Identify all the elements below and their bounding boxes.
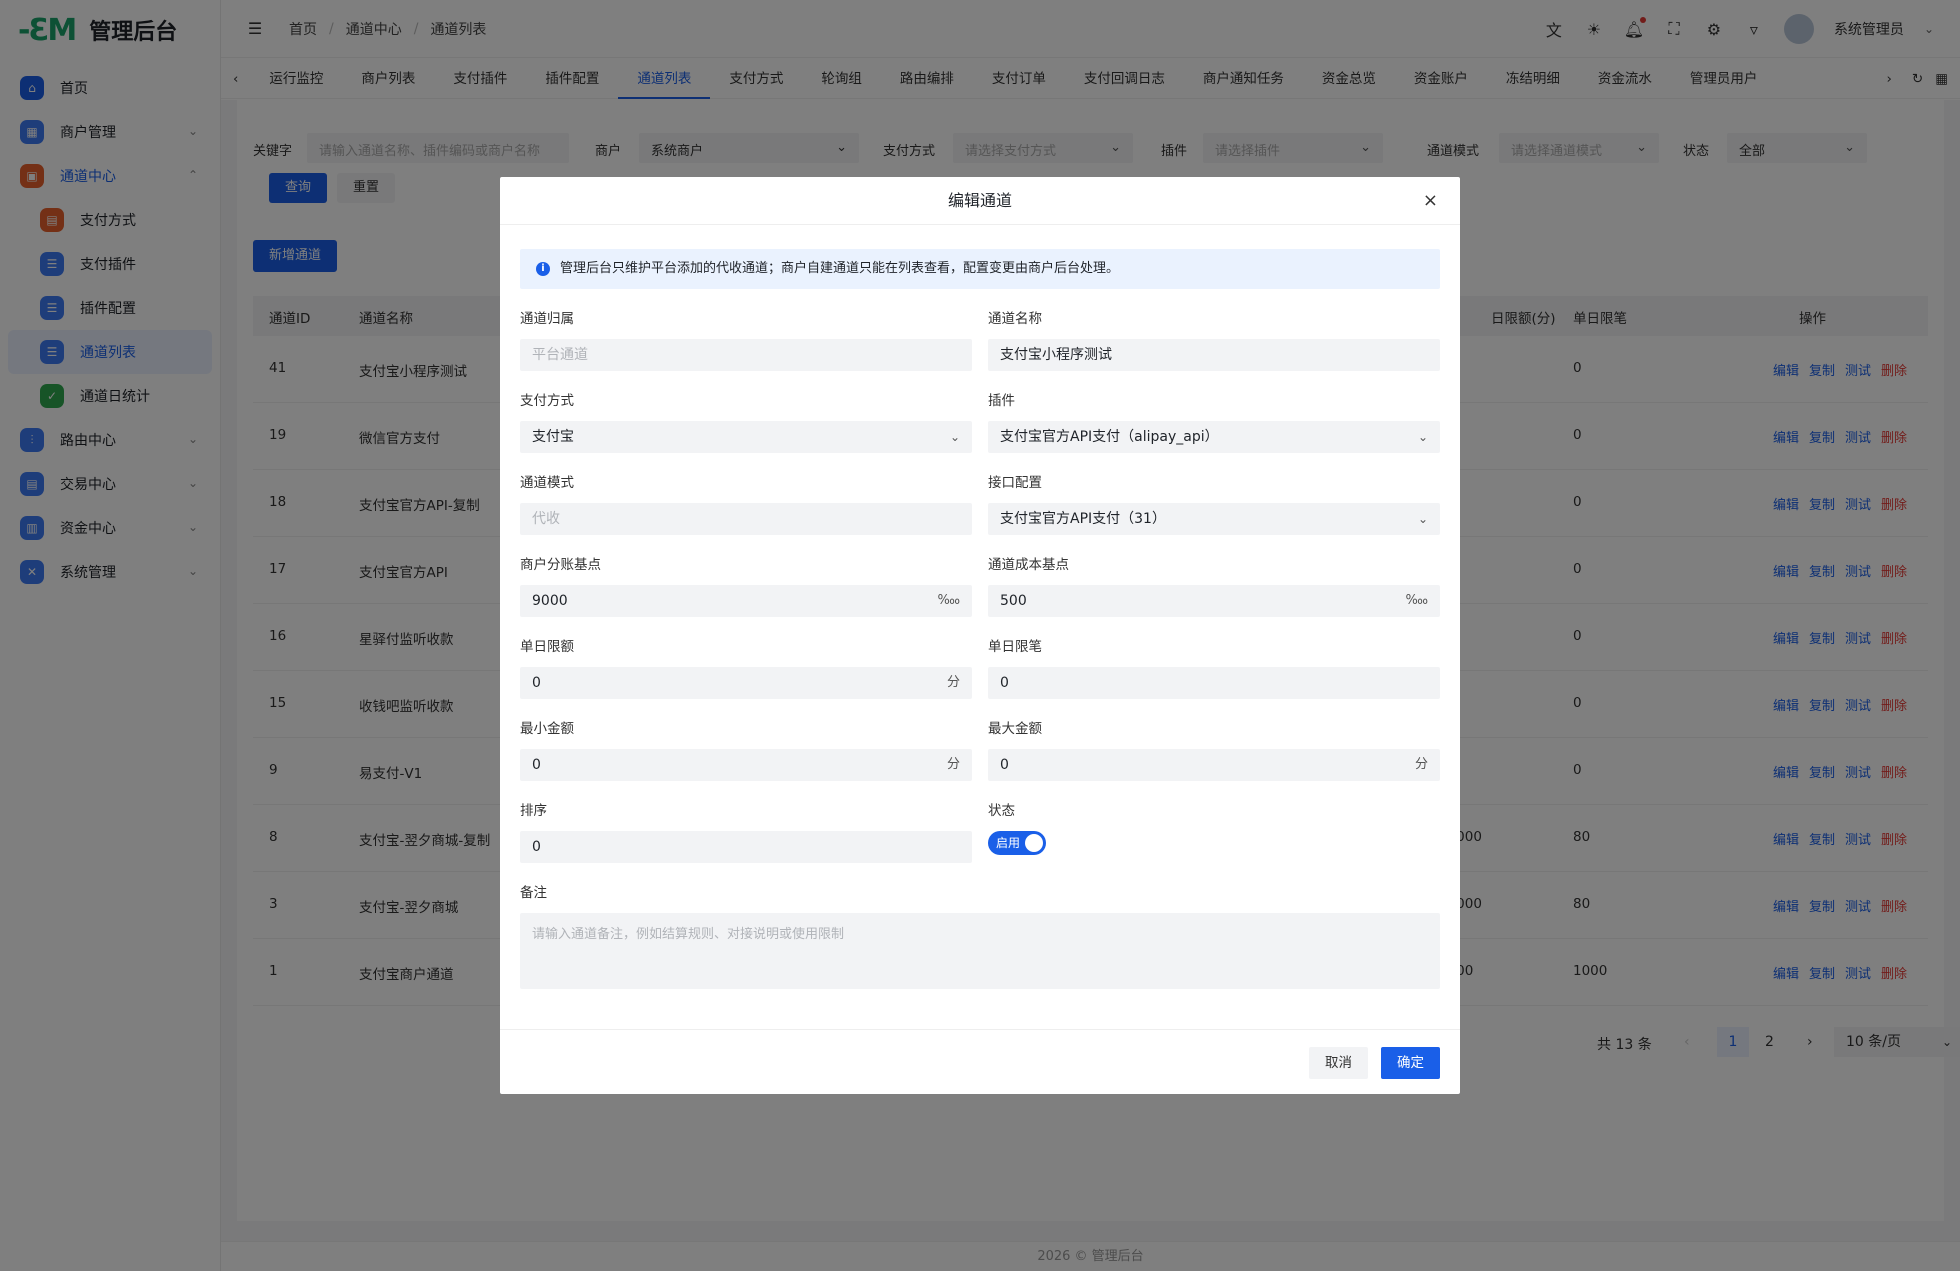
dialog-footer: 取消 确定: [500, 1029, 1460, 1094]
cancel-button[interactable]: 取消: [1309, 1047, 1368, 1079]
close-icon[interactable]: ×: [1423, 177, 1438, 225]
paymethod-value: 支付宝: [532, 429, 574, 445]
status-toggle-text: 启用: [996, 836, 1021, 850]
info-alert: i 管理后台只维护平台添加的代收通道；商户自建通道只能在列表查看，配置变更由商户…: [520, 249, 1440, 289]
daily-limit-label: 单日限额: [520, 639, 574, 655]
status-field: 状态启用: [988, 799, 1440, 855]
dialog-title: 编辑通道: [947, 191, 1012, 210]
daily-limit-input[interactable]: 0分: [520, 667, 972, 699]
status-toggle[interactable]: 启用: [988, 831, 1046, 855]
max-amount-value: 0: [1000, 757, 1009, 773]
sort-field: 排序 0: [520, 799, 972, 863]
max-amount-field: 最大金额 0 分: [988, 717, 1440, 781]
dialog-header: 编辑通道 ×: [500, 177, 1460, 225]
plugin-value: 支付宝官方API支付（alipay_api）: [1000, 429, 1219, 445]
max-amount-label: 最大金额: [988, 721, 1042, 737]
plugin-label: 插件: [988, 393, 1015, 409]
merchant-rate-field: 商户分账基点 9000 ‱: [520, 553, 972, 617]
daily-count-input[interactable]: 0: [988, 667, 1440, 699]
mode-input: 代收: [520, 503, 972, 535]
iface-select[interactable]: 支付宝官方API支付（31） ⌄: [988, 503, 1440, 535]
name-label: 通道名称: [988, 311, 1042, 327]
cost-rate-value: 500: [1000, 593, 1027, 609]
min-amount-input[interactable]: 0分: [520, 749, 972, 781]
iface-field: 接口配置支付宝官方API支付（31） ⌄: [988, 471, 1440, 535]
remark-textarea[interactable]: 请输入通道备注，例如结算规则、对接说明或使用限制: [520, 913, 1440, 989]
mode-label: 通道模式: [520, 475, 574, 491]
toggle-knob: [1025, 834, 1043, 852]
merchant-rate-value: 9000: [532, 593, 568, 609]
chevron-down-icon: ⌄: [949, 430, 960, 444]
merchant-rate-input[interactable]: 9000 ‱: [520, 585, 972, 617]
daily-limit-field: 单日限额 0 分: [520, 635, 972, 699]
cost-rate-field: 通道成本基点 500 ‱: [988, 553, 1440, 617]
cost-rate-label: 通道成本基点: [988, 557, 1069, 573]
name-input[interactable]: 支付宝小程序测试: [988, 339, 1440, 371]
remark-label: 备注: [520, 885, 547, 901]
chevron-down-icon: ⌄: [1417, 512, 1428, 526]
min-amount-label: 最小金额: [520, 721, 574, 737]
min-amount-value: 0: [532, 757, 541, 773]
edit-channel-dialog: 编辑通道 × i 管理后台只维护平台添加的代收通道；商户自建通道只能在列表查看，…: [500, 177, 1460, 1094]
paymethod-field: 支付方式支付宝 ⌄: [520, 389, 972, 453]
name-field: 通道名称支付宝小程序测试: [988, 307, 1440, 371]
paymethod-select[interactable]: 支付宝 ⌄: [520, 421, 972, 453]
cost-rate-input[interactable]: 500 ‱: [988, 585, 1440, 617]
plugin-select[interactable]: 支付宝官方API支付（alipay_api） ⌄: [988, 421, 1440, 453]
min-amount-unit: 分: [946, 757, 960, 772]
min-amount-field: 最小金额 0 分: [520, 717, 972, 781]
iface-value: 支付宝官方API支付（31）: [1000, 511, 1166, 527]
owner-label: 通道归属: [520, 311, 574, 327]
status-label: 状态: [988, 803, 1015, 819]
max-amount-input[interactable]: 0分: [988, 749, 1440, 781]
iface-label: 接口配置: [988, 475, 1042, 491]
info-icon: i: [536, 262, 550, 276]
sort-input[interactable]: 0: [520, 831, 972, 863]
max-amount-unit: 分: [1414, 757, 1428, 772]
daily-count-field: 单日限笔 0: [988, 635, 1440, 699]
daily-count-label: 单日限笔: [988, 639, 1042, 655]
cost-rate-unit: ‱: [1405, 593, 1428, 608]
paymethod-label: 支付方式: [520, 393, 574, 409]
owner-field: 通道归属 平台通道: [520, 307, 972, 371]
merchant-rate-unit: ‱: [937, 593, 960, 608]
confirm-button[interactable]: 确定: [1381, 1047, 1440, 1079]
chevron-down-icon: ⌄: [1417, 430, 1428, 444]
plugin-field: 插件支付宝官方API支付（alipay_api） ⌄: [988, 389, 1440, 453]
merchant-rate-label: 商户分账基点: [520, 557, 601, 573]
remark-field: 备注请输入通道备注，例如结算规则、对接说明或使用限制: [520, 881, 1440, 989]
owner-input: 平台通道: [520, 339, 972, 371]
mode-field: 通道模式 代收: [520, 471, 972, 535]
daily-limit-unit: 分: [946, 675, 960, 690]
sort-label: 排序: [520, 803, 547, 819]
daily-limit-value: 0: [532, 675, 541, 691]
alert-text: 管理后台只维护平台添加的代收通道；商户自建通道只能在列表查看，配置变更由商户后台…: [560, 261, 1120, 276]
